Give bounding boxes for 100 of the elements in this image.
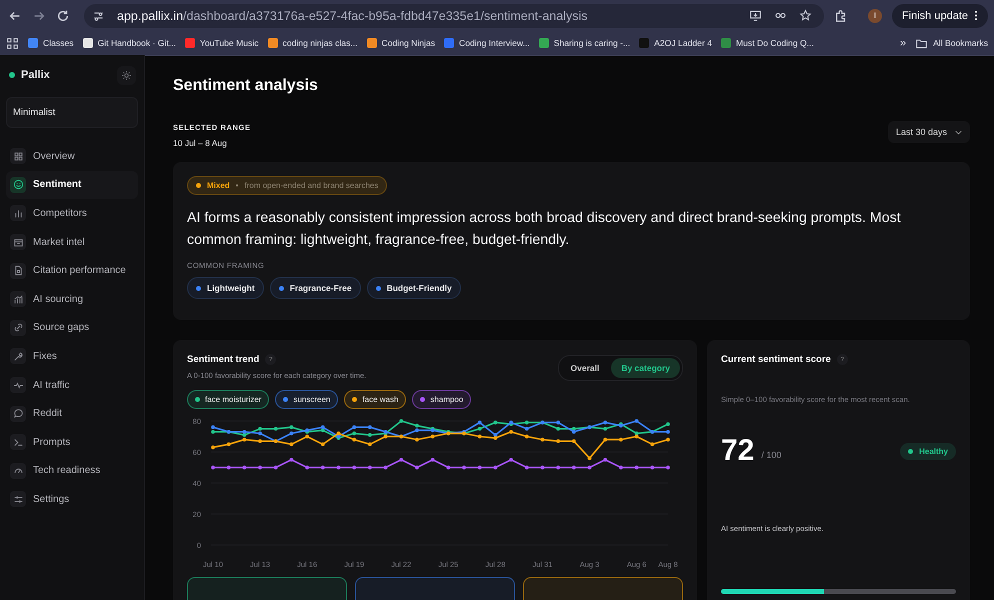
finish-update-button[interactable]: Finish update xyxy=(892,4,988,28)
nav-item[interactable]: Settings xyxy=(6,485,138,514)
bookmark[interactable]: Coding Ninjas xyxy=(366,38,436,48)
bookmark[interactable]: Classes xyxy=(28,38,74,48)
nav-item[interactable]: Tech readiness xyxy=(6,456,138,486)
nav-icon xyxy=(12,236,24,248)
score-value: 72 xyxy=(721,434,754,468)
nav-icon xyxy=(12,350,24,362)
chevron-down-icon xyxy=(955,130,962,134)
framing-chip: Fragrance-Free xyxy=(270,277,361,299)
point xyxy=(634,432,639,436)
point xyxy=(305,434,310,438)
nav-item[interactable]: Competitors xyxy=(6,199,138,228)
point xyxy=(226,466,231,470)
folder-icon xyxy=(915,36,928,50)
nav-item[interactable]: Reddit xyxy=(6,399,138,428)
view-tab[interactable]: Overall xyxy=(560,358,610,378)
point xyxy=(619,466,623,470)
point xyxy=(556,426,560,431)
tone-badge: Mixed • from open-ended and brand searches xyxy=(187,176,388,195)
point xyxy=(556,466,560,470)
bookmark[interactable]: A2OJ Ladder 4 xyxy=(639,38,712,48)
point xyxy=(242,438,246,442)
theme-toggle[interactable] xyxy=(117,66,136,84)
nav-item[interactable]: Sentiment xyxy=(6,170,138,200)
more-bookmarks[interactable]: » xyxy=(900,37,906,49)
bookmark[interactable]: Must Do Coding Q... xyxy=(720,38,814,48)
point xyxy=(524,426,529,431)
bookmark[interactable]: YouTube Music xyxy=(184,38,259,48)
point xyxy=(666,466,670,470)
more-icon xyxy=(974,10,978,21)
install-icon[interactable] xyxy=(748,9,762,22)
legend-chip[interactable]: face wash xyxy=(344,390,406,409)
point xyxy=(415,428,419,432)
nav-item[interactable]: Source gaps xyxy=(6,314,138,342)
nav-item[interactable]: Market intel xyxy=(6,228,138,256)
extensions-icon[interactable] xyxy=(834,8,848,22)
bookmark[interactable]: Git Handbook · Git... xyxy=(82,38,176,48)
point xyxy=(494,433,498,437)
bookmark[interactable]: Coding Interview... xyxy=(444,38,530,48)
point xyxy=(666,438,670,442)
point xyxy=(368,442,372,446)
point xyxy=(415,466,419,470)
score-max: / 100 xyxy=(761,450,782,460)
all-bookmarks[interactable]: All Bookmarks xyxy=(915,36,988,50)
legend-chip[interactable]: face moisturizer xyxy=(187,390,270,409)
bookmark[interactable]: coding ninjas clas... xyxy=(268,38,358,48)
apps-icon[interactable] xyxy=(6,36,19,50)
point xyxy=(603,458,608,462)
point xyxy=(415,424,419,428)
nav-item[interactable]: AI sourcing xyxy=(6,284,138,314)
score-title: Current sentiment score xyxy=(721,354,831,365)
nav-item[interactable]: Fixes xyxy=(6,342,138,371)
nav-item[interactable]: AI traffic xyxy=(6,370,138,400)
point xyxy=(478,420,482,424)
profile-avatar[interactable]: I xyxy=(868,8,882,22)
point xyxy=(650,442,654,446)
point xyxy=(399,419,404,423)
point xyxy=(524,434,529,438)
point xyxy=(242,430,246,434)
point xyxy=(430,458,435,462)
point xyxy=(603,438,608,442)
point xyxy=(290,442,294,446)
sun-icon xyxy=(121,70,132,80)
address-bar[interactable]: app.pallix.in/dashboard/a373176a-e527-4fac-b95a-fdbd47e335e1/sentiment-analysis xyxy=(84,4,824,28)
point xyxy=(211,425,215,430)
point xyxy=(478,466,482,470)
point xyxy=(572,430,576,434)
point xyxy=(320,442,325,446)
point xyxy=(211,466,215,470)
point xyxy=(494,466,498,470)
point xyxy=(242,466,246,470)
legend-chip[interactable]: shampoo xyxy=(412,390,472,409)
nav-icon xyxy=(12,294,24,305)
point xyxy=(290,425,294,430)
point xyxy=(274,466,278,470)
point xyxy=(572,439,576,444)
legend-chip[interactable]: sunscreen xyxy=(275,390,338,409)
nav-item[interactable]: Prompts xyxy=(6,428,138,457)
point xyxy=(384,434,388,438)
point xyxy=(634,434,639,438)
point xyxy=(666,422,670,426)
bookmark[interactable]: Sharing is caring -... xyxy=(538,38,630,48)
star-icon[interactable] xyxy=(798,9,812,22)
workspace-selector[interactable]: Minimalist xyxy=(6,97,138,128)
point xyxy=(509,430,514,434)
nav-icon xyxy=(12,322,24,334)
point xyxy=(368,425,372,430)
point xyxy=(603,426,608,431)
point xyxy=(415,438,419,442)
view-tab[interactable]: By category xyxy=(611,358,680,378)
status-badge: Healthy xyxy=(900,442,956,460)
nav-item[interactable]: Citation performance xyxy=(6,256,138,285)
point xyxy=(399,458,404,462)
point xyxy=(258,432,262,436)
point xyxy=(634,466,639,470)
point xyxy=(384,466,388,470)
reload-icon[interactable] xyxy=(56,8,70,22)
range-dropdown[interactable]: Last 30 days xyxy=(888,121,970,143)
nav-item[interactable]: Overview xyxy=(6,142,138,171)
